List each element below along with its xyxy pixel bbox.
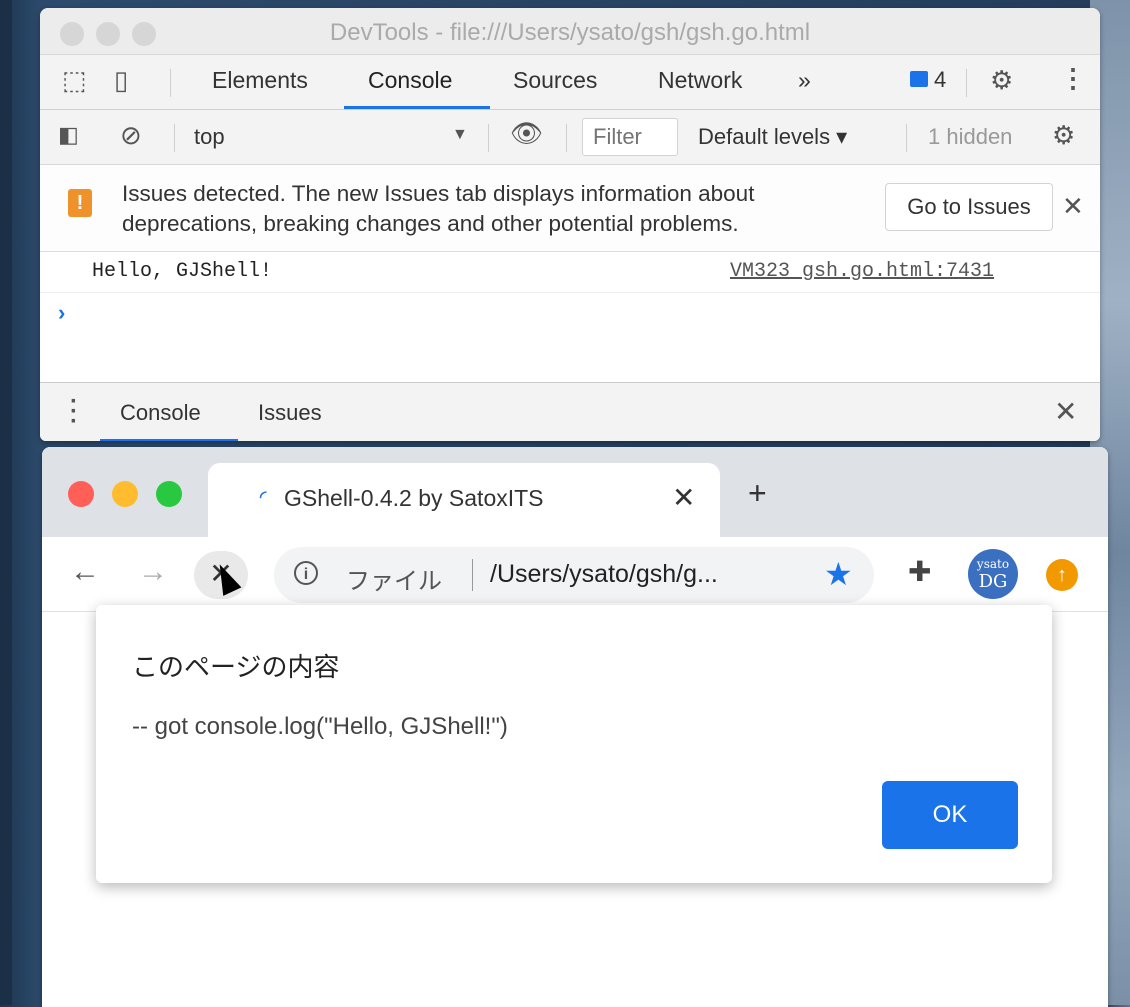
kebab-menu-icon[interactable]: ⋮ <box>1060 63 1086 94</box>
devtools-window: DevTools - file:///Users/ysato/gsh/gsh.g… <box>40 8 1100 441</box>
address-url[interactable]: /Users/ysato/gsh/g... <box>490 560 718 589</box>
back-arrow-icon[interactable]: ← <box>70 555 100 589</box>
avatar-line1: ysato <box>976 557 1010 571</box>
dialog-title: このページの内容 <box>132 652 340 682</box>
avatar-line2: DG <box>978 571 1008 592</box>
tab-sources[interactable]: Sources <box>513 67 597 94</box>
browser-window: ◜ GShell-0.4.2 by SatoxITS ✕ + ← → ✕ i フ… <box>42 447 1108 1007</box>
go-to-issues-button[interactable]: Go to Issues <box>885 183 1053 231</box>
divider <box>40 292 1100 293</box>
close-tab-icon[interactable]: ✕ <box>672 481 695 514</box>
filter-input[interactable] <box>582 118 678 156</box>
console-log-source-link[interactable]: VM323 gsh.go.html:7431 <box>730 260 994 283</box>
inspect-element-icon[interactable]: ⬚ <box>62 65 87 96</box>
tab-console[interactable]: Console <box>368 67 452 94</box>
bookmark-star-icon[interactable]: ★ <box>824 555 853 593</box>
tab-title: GShell-0.4.2 by SatoxITS <box>284 485 544 511</box>
messages-badge[interactable]: 4 <box>910 67 946 93</box>
close-drawer-icon[interactable]: ✕ <box>1054 395 1077 428</box>
issues-banner: ! Issues detected. The new Issues tab di… <box>40 165 1100 252</box>
separator <box>906 124 907 152</box>
loading-spinner-icon: ◜ <box>260 489 267 506</box>
drawer-menu-icon[interactable]: · · · <box>70 390 78 434</box>
zoom-window-button[interactable] <box>156 481 182 507</box>
more-tabs-button[interactable]: » <box>798 67 811 94</box>
close-window-button[interactable] <box>68 481 94 507</box>
extensions-puzzle-icon[interactable]: ✚ <box>908 555 931 588</box>
desktop-edge <box>0 0 12 1005</box>
hidden-messages-count: 1 hidden <box>928 124 1013 149</box>
tab-elements[interactable]: Elements <box>212 67 308 94</box>
active-drawer-tab-indicator <box>100 439 238 441</box>
console-settings-gear-icon[interactable]: ⚙ <box>1052 120 1075 151</box>
forward-arrow-icon[interactable]: → <box>138 555 168 589</box>
warning-icon: ! <box>68 189 92 217</box>
devtools-titlebar: DevTools - file:///Users/ysato/gsh/gsh.g… <box>40 8 1100 55</box>
drawer-tab-issues[interactable]: Issues <box>258 400 322 426</box>
active-tab-indicator <box>344 106 490 109</box>
close-icon[interactable]: ✕ <box>1062 191 1084 222</box>
console-prompt[interactable]: › <box>58 300 65 326</box>
separator <box>566 124 567 152</box>
info-icon[interactable]: i <box>294 561 318 585</box>
issues-banner-text: Issues detected. The new Issues tab disp… <box>122 181 755 236</box>
log-levels-dropdown[interactable]: Default levels ▾ <box>698 124 847 150</box>
console-output: Hello, GJShell! VM323 gsh.go.html:7431 › <box>40 252 1100 383</box>
address-scheme-label: ファイル <box>346 568 442 595</box>
browser-toolbar: ← → ✕ i ファイル /Users/ysato/gsh/g... ★ ✚ y… <box>42 537 1108 612</box>
device-toolbar-icon[interactable]: ▯ <box>114 65 128 96</box>
separator <box>174 124 175 152</box>
live-expression-eye-icon[interactable]: 👁 <box>510 118 543 149</box>
message-icon <box>910 71 928 88</box>
separator <box>488 124 489 152</box>
devtools-tabbar: ⬚ ▯ Elements Console Sources Network » 4… <box>40 55 1100 110</box>
update-arrow-icon[interactable]: ↑ <box>1046 559 1078 591</box>
dialog-message: -- got console.log("Hello, GJShell!") <box>132 713 508 740</box>
divider <box>472 559 473 591</box>
clear-console-icon[interactable]: ⊘ <box>120 120 142 151</box>
window-controls <box>68 481 182 507</box>
window-title: DevTools - file:///Users/ysato/gsh/gsh.g… <box>329 19 811 46</box>
separator <box>966 69 967 97</box>
alert-dialog: このページの内容 -- got console.log("Hello, GJSh… <box>96 605 1052 883</box>
sidebar-toggle-icon[interactable]: ◧ <box>58 122 79 148</box>
separator <box>170 69 171 97</box>
tab-strip: ◜ GShell-0.4.2 by SatoxITS ✕ + <box>42 447 1108 537</box>
tab-network[interactable]: Network <box>658 67 742 94</box>
minimize-window-button[interactable] <box>112 481 138 507</box>
drawer-tab-console[interactable]: Console <box>120 400 201 426</box>
console-toolbar: ◧ ⊘ top ▼ 👁 Default levels ▾ 1 hidden ⚙ <box>40 110 1100 165</box>
address-bar[interactable]: i ファイル /Users/ysato/gsh/g... ★ <box>274 547 874 603</box>
browser-tab[interactable]: ◜ GShell-0.4.2 by SatoxITS ✕ <box>208 463 720 537</box>
profile-avatar[interactable]: ysato DG <box>968 549 1018 599</box>
context-selector[interactable]: top <box>194 124 225 150</box>
new-tab-button[interactable]: + <box>748 475 767 512</box>
devtools-drawer: · · · Console Issues ✕ <box>40 383 1100 441</box>
ok-button[interactable]: OK <box>882 781 1018 849</box>
message-count: 4 <box>934 67 947 92</box>
console-log-message: Hello, GJShell! <box>92 260 273 283</box>
chevron-down-icon[interactable]: ▼ <box>452 126 468 144</box>
settings-gear-icon[interactable]: ⚙ <box>990 65 1013 96</box>
